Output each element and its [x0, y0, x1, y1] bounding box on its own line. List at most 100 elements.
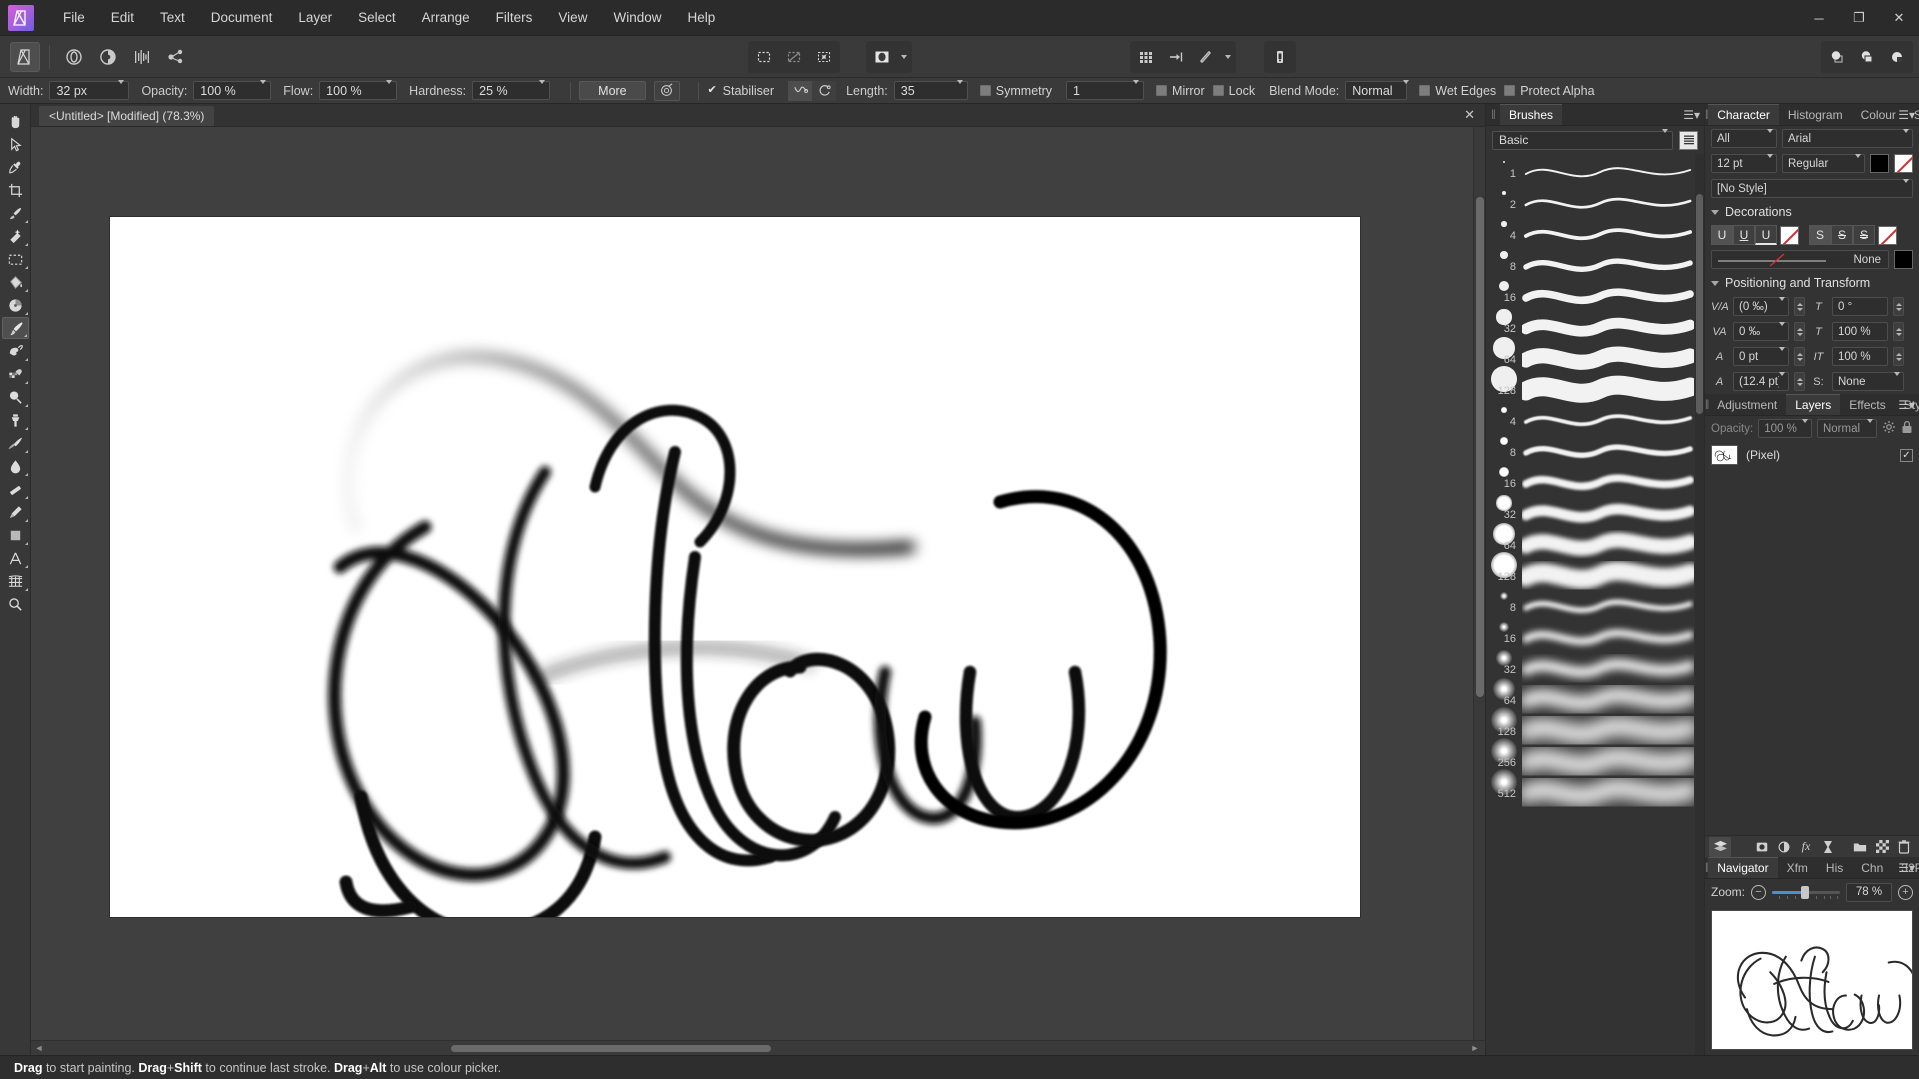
chevron-down-icon[interactable]	[957, 84, 963, 98]
brush-preview-row[interactable]	[1522, 311, 1694, 342]
brush-list[interactable]: 1248163264128481632641288163264128256512	[1486, 154, 1704, 1055]
tracking-input[interactable]: 0 ‰	[1733, 322, 1789, 341]
window-mode-icon[interactable]	[812, 81, 836, 101]
tracking-stepper[interactable]	[1794, 322, 1805, 341]
brush-preview-rows[interactable]	[1522, 154, 1704, 805]
strikethrough-colour-none-swatch[interactable]	[1878, 226, 1897, 245]
panel-menu-icon[interactable]: ☰▾	[1898, 857, 1915, 879]
layer-opacity-input[interactable]: 100 %	[1758, 419, 1812, 438]
chevron-down-icon[interactable]	[1767, 133, 1773, 145]
navigator-preview[interactable]	[1711, 910, 1913, 1050]
strikethrough-single-button[interactable]: S	[1831, 225, 1853, 245]
export-persona-icon[interactable]	[161, 42, 191, 72]
positioning-section-header[interactable]: Positioning and Transform	[1705, 272, 1919, 294]
tone-mapping-persona-icon[interactable]	[127, 42, 157, 72]
brush-preview-row[interactable]	[1522, 218, 1694, 249]
maximize-button[interactable]: ❐	[1839, 0, 1879, 36]
mask-icon[interactable]	[867, 42, 897, 72]
chevron-down-icon[interactable]	[1779, 326, 1785, 338]
brush-category-select[interactable]: Basic	[1492, 131, 1673, 150]
adjustment-icon[interactable]	[1773, 837, 1795, 857]
brush-preview-row[interactable]	[1522, 559, 1694, 590]
symmetry-count-input[interactable]: 1	[1066, 81, 1144, 100]
deselect-icon[interactable]	[779, 42, 809, 72]
colour-picker-tool[interactable]	[2, 156, 29, 178]
brush-preview-row[interactable]	[1522, 466, 1694, 497]
menu-item-help[interactable]: Help	[674, 5, 728, 30]
brush-preview-row[interactable]	[1522, 497, 1694, 528]
mirror-checkbox[interactable]: Mirror	[1156, 84, 1205, 98]
rope-mode-icon[interactable]	[788, 81, 812, 101]
script-select[interactable]: None	[1832, 372, 1904, 391]
gradient-tool[interactable]	[2, 294, 29, 316]
chevron-down-icon[interactable]	[1767, 158, 1773, 170]
tab-effects[interactable]: Effects	[1840, 394, 1894, 415]
panel-grip-icon[interactable]: ||	[1486, 104, 1500, 125]
pen-tool[interactable]	[2, 501, 29, 523]
gear-icon[interactable]	[1882, 420, 1896, 437]
tab-colour[interactable]: Colour	[1852, 104, 1905, 125]
tab-chn[interactable]: Chn	[1852, 857, 1892, 878]
brush-flow-input[interactable]: 100 %	[319, 81, 397, 100]
flood-select-tool[interactable]	[2, 225, 29, 247]
chevron-down-icon[interactable]	[1894, 376, 1900, 388]
chevron-down-icon[interactable]	[1867, 423, 1873, 435]
erase-brush-tool[interactable]	[2, 363, 29, 385]
brush-width-input[interactable]: 32 px	[49, 81, 129, 100]
paint-brush-tool[interactable]	[2, 317, 29, 339]
chevron-down-icon[interactable]	[1133, 84, 1139, 98]
stabiliser-length-input[interactable]: 35	[894, 81, 968, 100]
tab-layers[interactable]: Layers	[1786, 394, 1840, 415]
menu-item-layer[interactable]: Layer	[285, 5, 345, 30]
layer-visibility-checkbox[interactable]: ✓	[1900, 449, 1913, 462]
plus-circle-icon[interactable]: +	[1898, 885, 1913, 900]
close-icon[interactable]: ✕	[1454, 104, 1485, 126]
leading-override-input[interactable]: (12.4 pt)	[1733, 372, 1789, 391]
brush-preview-row[interactable]	[1522, 435, 1694, 466]
select-rect-icon[interactable]	[749, 42, 779, 72]
menu-item-select[interactable]: Select	[345, 5, 409, 30]
menu-item-edit[interactable]: Edit	[98, 5, 147, 30]
lock-icon[interactable]	[1901, 420, 1913, 437]
vertical-scale-stepper[interactable]	[1893, 347, 1904, 366]
horizontal-scale-input[interactable]: 100 %	[1832, 322, 1888, 341]
vertical-scale-input[interactable]: 100 %	[1832, 347, 1888, 366]
chevron-down-icon[interactable]	[1855, 158, 1861, 170]
brush-preview-row[interactable]	[1522, 528, 1694, 559]
group-icon[interactable]	[1849, 837, 1871, 857]
tab-xfm[interactable]: Xfm	[1778, 857, 1817, 878]
marquee-tool[interactable]	[2, 248, 29, 270]
font-weight-select[interactable]: Regular	[1782, 154, 1865, 173]
merge-icon[interactable]	[1822, 42, 1852, 72]
canvas-vertical-scrollbar[interactable]	[1473, 127, 1485, 1040]
more-button[interactable]: More	[579, 81, 645, 100]
tab-his[interactable]: His	[1817, 857, 1852, 878]
scrollbar-thumb[interactable]	[451, 1045, 771, 1052]
shape-tool[interactable]	[2, 524, 29, 546]
magnet-icon[interactable]	[1191, 42, 1221, 72]
font-size-select[interactable]: 12 pt	[1711, 154, 1777, 173]
clone-brush-tool[interactable]	[2, 409, 29, 431]
inpainting-brush-tool[interactable]	[2, 478, 29, 500]
wet-edges-checkbox[interactable]: Wet Edges	[1419, 84, 1496, 98]
brushes-scrollbar[interactable]	[1695, 154, 1704, 1055]
mesh-warp-tool[interactable]	[2, 570, 29, 592]
kerning-stepper[interactable]	[1794, 297, 1805, 316]
chevron-down-icon[interactable]	[260, 84, 266, 98]
scroll-right-arrow-icon[interactable]: ►	[1467, 1043, 1483, 1053]
undo-brush-tool[interactable]	[2, 432, 29, 454]
subtract-icon[interactable]	[1852, 42, 1882, 72]
chevron-down-icon[interactable]	[386, 84, 392, 98]
menu-item-text[interactable]: Text	[147, 5, 198, 30]
font-filter-select[interactable]: All	[1711, 129, 1777, 148]
protect-alpha-checkbox[interactable]: Protect Alpha	[1504, 84, 1594, 98]
chevron-down-icon[interactable]	[1403, 84, 1409, 98]
mask-dropdown-caret-icon[interactable]	[897, 42, 911, 72]
chevron-down-icon[interactable]	[1903, 183, 1909, 195]
brush-preview-row[interactable]	[1522, 683, 1694, 714]
brush-preview-row[interactable]	[1522, 342, 1694, 373]
dodge-brush-tool[interactable]	[2, 386, 29, 408]
brush-preview-row[interactable]	[1522, 714, 1694, 745]
tab-adjustment[interactable]: Adjustment	[1708, 394, 1786, 415]
underline-none-button[interactable]: U	[1711, 225, 1733, 245]
